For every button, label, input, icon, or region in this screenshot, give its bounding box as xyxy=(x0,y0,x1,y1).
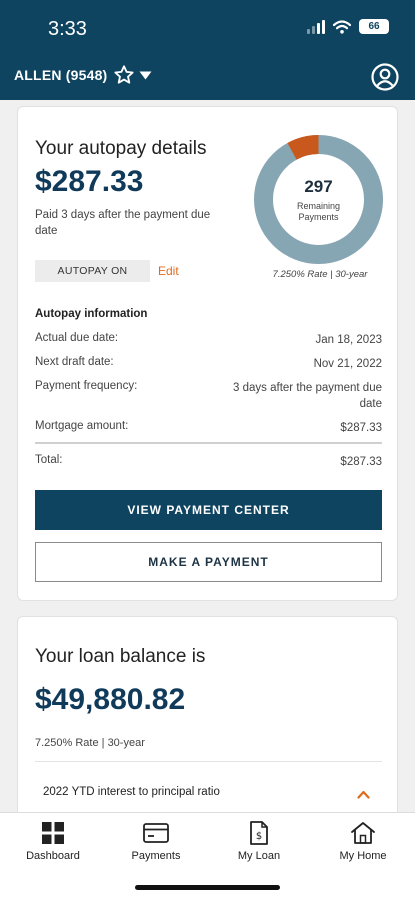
remaining-payments-chart: 297 Remaining Payments xyxy=(252,133,385,266)
info-label: Mortgage amount: xyxy=(35,420,129,432)
nav-my-loan[interactable]: $ My Loan xyxy=(214,821,304,862)
info-label: Payment frequency: xyxy=(35,380,138,392)
nav-label: Dashboard xyxy=(26,850,80,862)
interest-ratio-label: 2022 YTD interest to principal ratio xyxy=(43,786,220,798)
make-payment-button[interactable]: MAKE A PAYMENT xyxy=(35,542,382,582)
autopay-status-badge: AUTOPAY ON xyxy=(35,260,150,282)
battery-icon: 66 xyxy=(359,19,389,34)
autopay-title: Your autopay details xyxy=(35,138,207,159)
edit-autopay-link[interactable]: Edit xyxy=(158,264,179,278)
status-time: 3:33 xyxy=(48,18,87,40)
wifi-icon xyxy=(333,19,351,34)
autopay-description: Paid 3 days after the payment due date xyxy=(35,209,211,237)
nav-my-home[interactable]: My Home xyxy=(318,821,408,862)
remaining-payments-label: Remaining Payments xyxy=(296,201,341,222)
info-label: Next draft date: xyxy=(35,356,114,368)
account-selector-label[interactable]: ALLEN (9548) xyxy=(14,67,107,83)
chevron-up-icon[interactable] xyxy=(357,790,370,799)
chevron-down-icon[interactable] xyxy=(139,71,152,80)
nav-dashboard[interactable]: Dashboard xyxy=(8,821,98,862)
status-icons: 66 xyxy=(307,19,389,34)
info-value: Nov 21, 2022 xyxy=(313,358,382,370)
star-icon[interactable] xyxy=(113,64,135,86)
info-value: $287.33 xyxy=(340,422,382,434)
loan-balance-amount: $49,880.82 xyxy=(35,683,186,716)
nav-label: My Home xyxy=(339,850,387,862)
home-icon xyxy=(351,822,375,844)
loan-balance-card: Your loan balance is $49,880.82 7.250% R… xyxy=(17,616,398,836)
home-indicator xyxy=(135,885,280,890)
autopay-info-heading: Autopay information xyxy=(35,308,148,320)
remaining-payments-count: 297 xyxy=(304,177,333,196)
info-label: Actual due date: xyxy=(35,332,119,344)
app-header: 3:33 66 ALLEN (9548) xyxy=(0,0,415,100)
signal-icon xyxy=(307,19,325,34)
payments-card-icon xyxy=(143,823,169,843)
view-payment-center-button[interactable]: VIEW PAYMENT CENTER xyxy=(35,490,382,530)
nav-label: Payments xyxy=(131,850,181,862)
profile-icon[interactable] xyxy=(371,63,399,91)
nav-payments[interactable]: Payments xyxy=(111,821,201,862)
autopay-amount: $287.33 xyxy=(35,165,144,198)
interest-ratio-accordion[interactable]: 2022 YTD interest to principal ratio xyxy=(35,761,382,816)
loan-balance-title: Your loan balance is xyxy=(35,646,206,667)
info-value: $287.33 xyxy=(340,456,382,468)
info-value: Jan 18, 2023 xyxy=(315,334,382,346)
nav-label: My Loan xyxy=(237,850,281,862)
info-value: 3 days after the payment due date xyxy=(233,382,382,410)
dashboard-icon xyxy=(42,822,64,844)
total-divider xyxy=(35,442,382,444)
remaining-arc xyxy=(254,135,383,264)
loan-document-icon: $ xyxy=(250,821,268,845)
info-label: Total: xyxy=(35,454,63,466)
svg-text:$: $ xyxy=(256,831,262,842)
loan-rate: 7.250% Rate | 30-year xyxy=(35,737,145,749)
rate-caption: 7.250% Rate | 30-year xyxy=(272,269,368,280)
autopay-card: Your autopay details $287.33 Paid 3 days… xyxy=(17,106,398,601)
